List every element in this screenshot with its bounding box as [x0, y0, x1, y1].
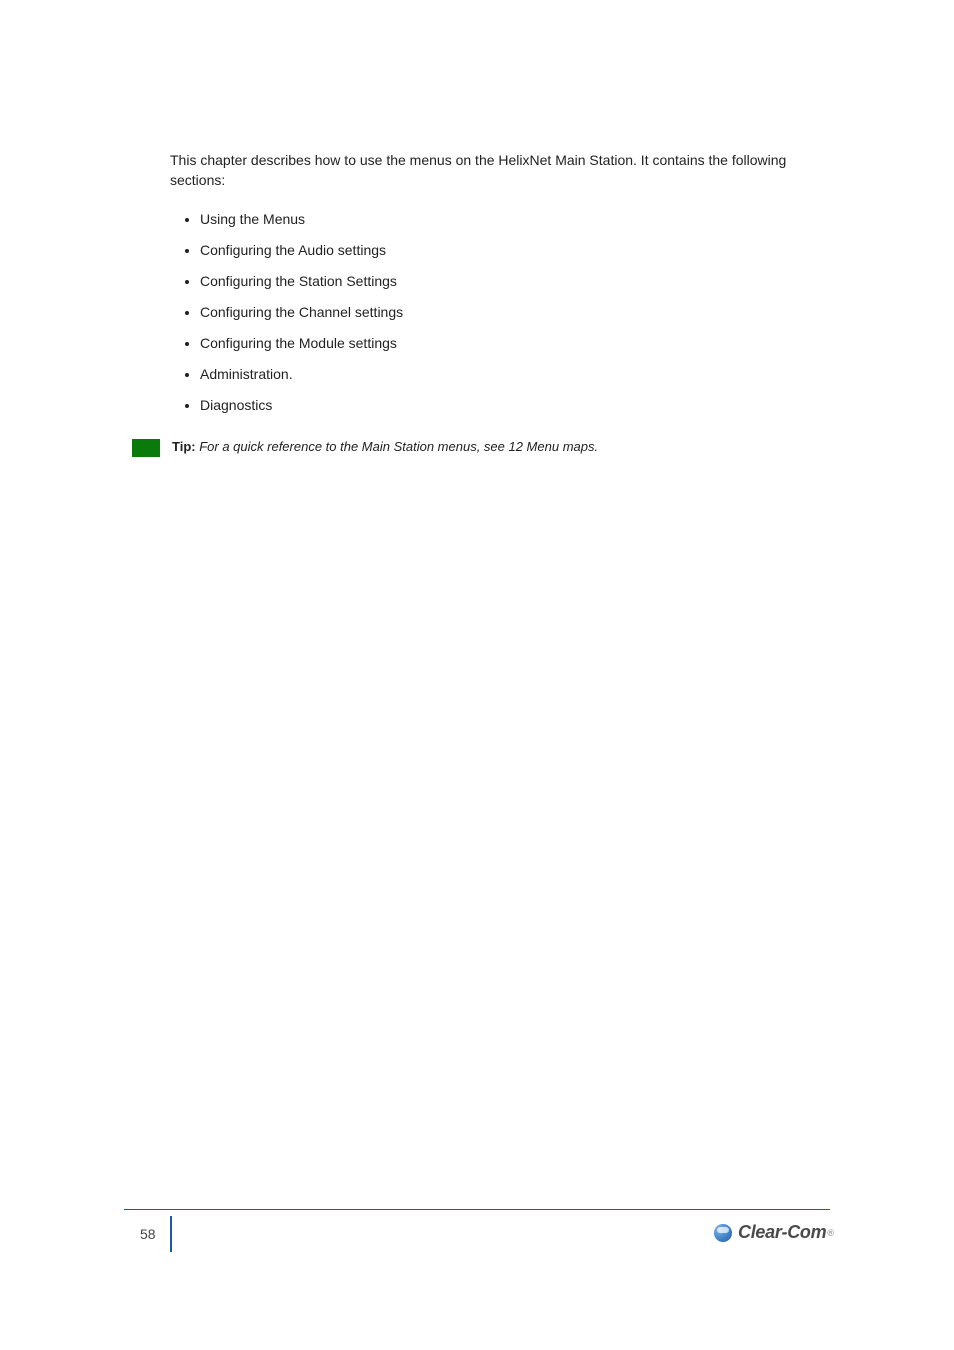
- page-number: 58: [140, 1226, 156, 1242]
- intro-paragraph: This chapter describes how to use the me…: [170, 150, 830, 191]
- tip-text: Tip: For a quick reference to the Main S…: [172, 438, 598, 457]
- footer-rule: [124, 1209, 830, 1210]
- tip-body: For a quick reference to the Main Statio…: [199, 439, 598, 454]
- logo-mark-icon: [714, 1224, 732, 1242]
- footer-divider: [170, 1216, 172, 1252]
- bullet-list: Using the Menus Configuring the Audio se…: [200, 209, 830, 416]
- list-item: Configuring the Module settings: [200, 333, 830, 354]
- brand-logo: Clear-Com®: [714, 1222, 834, 1250]
- logo-text: Clear-Com: [738, 1222, 826, 1243]
- document-page: This chapter describes how to use the me…: [0, 0, 954, 1350]
- tip-icon: [132, 439, 160, 457]
- trademark-icon: ®: [827, 1228, 834, 1238]
- tip-label: Tip:: [172, 439, 196, 454]
- list-item: Diagnostics: [200, 395, 830, 416]
- list-item: Administration.: [200, 364, 830, 385]
- list-item: Configuring the Audio settings: [200, 240, 830, 261]
- list-item: Using the Menus: [200, 209, 830, 230]
- tip-row: Tip: For a quick reference to the Main S…: [170, 438, 830, 457]
- list-item: Configuring the Station Settings: [200, 271, 830, 292]
- body-content: This chapter describes how to use the me…: [170, 150, 830, 456]
- list-item: Configuring the Channel settings: [200, 302, 830, 323]
